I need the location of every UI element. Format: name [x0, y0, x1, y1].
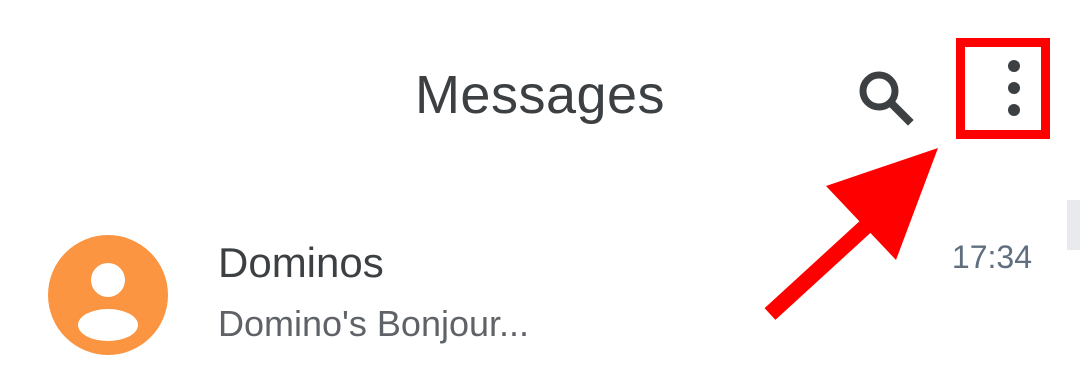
message-snippet: Domino's Bonjour...	[218, 303, 530, 344]
search-icon	[859, 71, 914, 126]
messages-screen: Messages Dominos Domino's Bonjour... 17:…	[0, 0, 1080, 389]
person-icon	[78, 263, 138, 341]
message-time: 17:34	[951, 239, 1032, 275]
more-vert-icon	[1008, 60, 1020, 116]
more-options-button[interactable]	[956, 38, 1050, 139]
scrollbar-thumb[interactable]	[1067, 200, 1080, 250]
contact-avatar	[48, 235, 168, 355]
contact-name: Dominos	[218, 239, 384, 286]
conversation-item[interactable]: Dominos Domino's Bonjour... 17:34	[0, 205, 1060, 389]
search-button[interactable]	[850, 60, 922, 132]
